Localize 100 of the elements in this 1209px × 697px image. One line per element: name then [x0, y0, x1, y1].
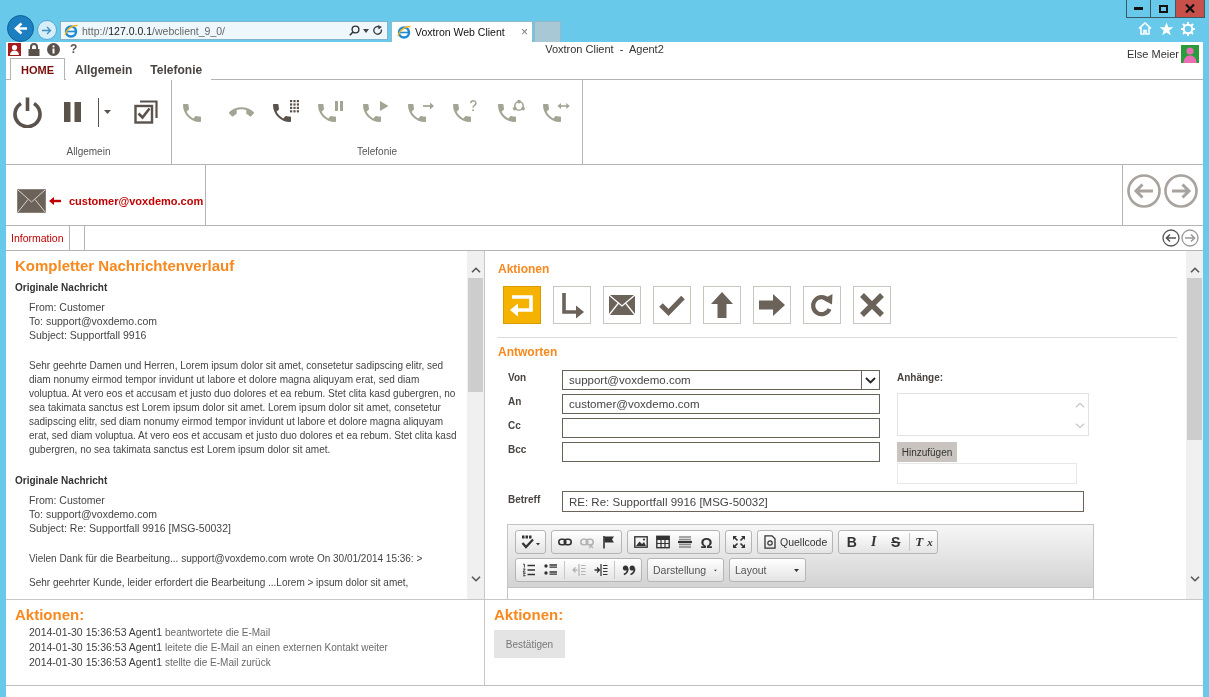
- input-field[interactable]: [562, 442, 880, 462]
- add-button[interactable]: Hinzufügen: [897, 442, 957, 462]
- pause-dropdown-button[interactable]: [98, 97, 111, 127]
- ribbon-group-label: Allgemein: [65, 146, 112, 157]
- message-heading: Originale Nachricht: [15, 474, 109, 488]
- right-button[interactable]: [753, 286, 791, 324]
- up-button[interactable]: [703, 286, 741, 324]
- bold-button[interactable]: B: [841, 532, 863, 552]
- field-label: Cc: [507, 419, 522, 433]
- arrow-left-icon: [13, 22, 28, 35]
- indent-icon: [593, 563, 608, 577]
- caret-icon[interactable]: [363, 28, 369, 33]
- special-character-button[interactable]: Ω: [696, 532, 717, 552]
- file-field[interactable]: [897, 463, 1077, 484]
- section-title: Aktionen:: [15, 605, 86, 625]
- italic-button[interactable]: I: [863, 532, 885, 552]
- caret-icon: [104, 110, 111, 114]
- pause-button[interactable]: [64, 102, 81, 122]
- forward-button[interactable]: [553, 286, 591, 324]
- envelope-icon: [17, 188, 46, 213]
- numbered-list-icon: [521, 563, 536, 577]
- circle-arrow-left-icon: [1127, 174, 1161, 208]
- dialpad-button[interactable]: [272, 99, 300, 125]
- scrollbar[interactable]: [1186, 251, 1203, 599]
- ribbon-group-label: Telefonie: [356, 146, 398, 157]
- close-button[interactable]: [1176, 0, 1205, 18]
- info-icon[interactable]: [47, 43, 60, 56]
- format-dropdown[interactable]: Darstellung: [648, 560, 723, 580]
- quote-icon: [621, 563, 636, 577]
- user-name: Else Meier: [1127, 48, 1179, 60]
- spellcheck-icon: [520, 535, 541, 549]
- message-header-line: From: Customer: [29, 493, 106, 507]
- history-title: Kompletter Nachrichtenverlauf: [15, 256, 236, 276]
- select-field[interactable]: support@voxdemo.com: [562, 370, 880, 390]
- refresh-icon[interactable]: [373, 25, 383, 36]
- message-paragraph: Vielen Dank für die Bearbeitung... support@voxdemo.com wrote On 30/01/2014 15:36: >: [29, 552, 424, 566]
- input-field[interactable]: customer@voxdemo.com: [562, 394, 880, 414]
- minimize-icon: [1134, 7, 1143, 10]
- close-icon: [1185, 4, 1195, 13]
- tab-close-button[interactable]: ×: [521, 25, 528, 39]
- arrow-left-icon: [49, 196, 61, 205]
- source-button[interactable]: Quellcode: [760, 532, 831, 552]
- section-title: Aktionen: [498, 261, 551, 277]
- scrollbar-thumb[interactable]: [468, 278, 483, 392]
- message-paragraph: Sehr geehrter Kunde, leider erfordert die Bearbeitung ...Lorem > ipsum dolor sit amet,: [29, 576, 410, 590]
- log-timestamp: 2014-01-30 15:36:53: [29, 656, 127, 668]
- input-field[interactable]: [562, 418, 880, 438]
- windows-check-button[interactable]: [134, 100, 158, 124]
- subject-field[interactable]: RE: Re: Supportfall 9916 [MSG-50032]: [562, 491, 1084, 512]
- hang-up-icon: [228, 107, 254, 117]
- scroll-down-icon[interactable]: [470, 576, 481, 582]
- section-title: Aktionen:: [494, 605, 565, 625]
- delete-button[interactable]: [853, 286, 891, 324]
- address-field[interactable]: http://127.0.0.1/webclient_9_0/: [60, 21, 388, 40]
- message-header-line: Subject: Re: Supportfall 9916 [MSG-50032]: [29, 521, 232, 535]
- mail-button[interactable]: [603, 286, 641, 324]
- browser-logo-icon: [397, 25, 411, 39]
- strikethrough-button[interactable]: S: [885, 532, 907, 552]
- phone-pause-icon: [317, 99, 345, 125]
- power-button[interactable]: [12, 96, 43, 128]
- log-agent: Agent1: [128, 641, 163, 653]
- message-header-line: From: Customer: [29, 300, 106, 314]
- dropdown-arrow-icon[interactable]: [861, 371, 879, 389]
- field-label: Von: [507, 371, 528, 385]
- bullet-list-icon: [543, 563, 558, 577]
- log-agent: Agent1: [128, 626, 163, 638]
- scroll-up-icon[interactable]: [1189, 267, 1200, 273]
- ribbon-tab[interactable]: HOME: [10, 58, 65, 80]
- maximize-icon: [731, 535, 746, 549]
- message-header-line: To: support@voxdemo.com: [29, 314, 158, 328]
- search-icon[interactable]: [349, 25, 360, 36]
- pause-icon: [64, 102, 81, 122]
- redo-button[interactable]: [803, 286, 841, 324]
- log-action: stellte die E-Mail zurück: [165, 657, 271, 668]
- help-button[interactable]: ?: [70, 43, 78, 56]
- scroll-down-icon[interactable]: [1189, 576, 1200, 582]
- message-paragraph: Sehr geehrte Damen und Herren, Lorem ipsum dolor sit amet, consetetur sadipscing elitr, sed diam nonumy eirmod tempor invidunt ut labore et dolore magna aliquyam erat, sed diam voluptua. At vero eos et accusam et justo duo dolores et ea rebum. Stet clita kasd gubergren, no sea takimata sanctus est Lorem ipsum dolor sit amet. Lorem ipsum dolor sit amet, consetetur sadipscing elitr, sed diam nonumy eirmod tempor invidunt ut labore et dolore magna aliquyam erat, sed diam voluptua. At vero eos et accusam et justo duo dolores et ea rebum. Stet clita kasd gubergren, no sea takimata sanctus est Lorem ipsum dolor sit amet.: [29, 359, 458, 457]
- lock-icon[interactable]: [28, 43, 40, 56]
- scrollbar-thumb[interactable]: [1187, 278, 1202, 440]
- star-icon[interactable]: [1159, 21, 1174, 36]
- browser-tab[interactable]: Voxtron Web Client ×: [391, 21, 533, 42]
- scrollbar[interactable]: [467, 251, 484, 599]
- table-icon: [655, 535, 670, 549]
- sender-address: customer@voxdemo.com: [69, 194, 204, 207]
- scroll-up-icon[interactable]: [470, 267, 481, 273]
- minimize-button[interactable]: [1126, 0, 1151, 18]
- format-dropdown[interactable]: Layout: [730, 560, 805, 580]
- caret-icon: [794, 568, 799, 572]
- circle-arrow-right-icon: [1164, 174, 1198, 208]
- message-header-line: To: support@voxdemo.com: [29, 507, 158, 521]
- message-heading: Originale Nachricht: [15, 281, 109, 295]
- previous-button[interactable]: [1162, 229, 1180, 247]
- message-header-line: Subject: Supportfall 9916: [29, 328, 148, 342]
- back-button[interactable]: [7, 15, 34, 42]
- user-icon[interactable]: [8, 43, 21, 56]
- maximize-icon: [1158, 4, 1168, 13]
- maximize-button[interactable]: [1151, 0, 1176, 18]
- done-button[interactable]: [653, 286, 691, 324]
- browser-logo-icon: [64, 23, 78, 38]
- section-title: Antworten: [498, 344, 559, 360]
